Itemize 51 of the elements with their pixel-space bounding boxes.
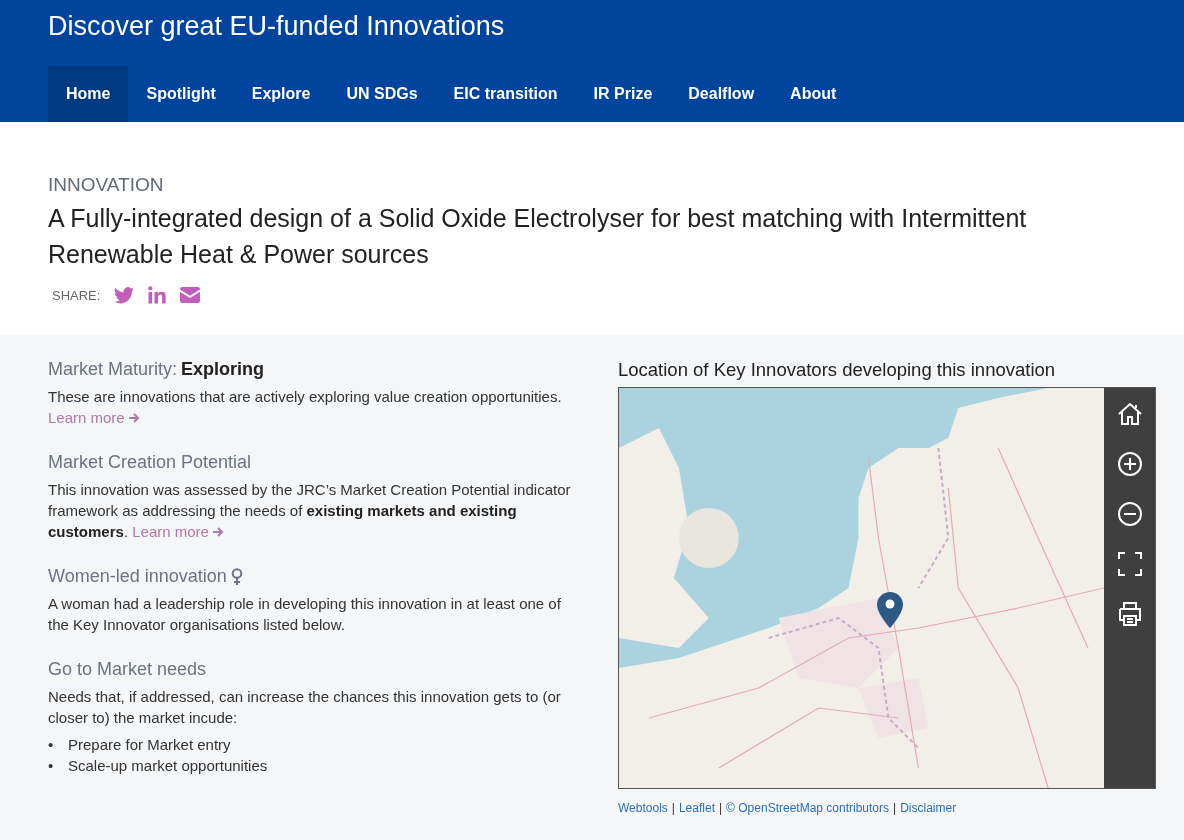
map-control-button[interactable] xyxy=(1115,450,1144,478)
twitter-icon xyxy=(114,286,135,304)
separator-text: | xyxy=(893,801,897,815)
section-heading: Market Maturity: xyxy=(48,359,178,380)
section-text: A woman had a leadership role in developing this innovation in at least one of the Key Innovator organisations listed below. xyxy=(48,594,562,635)
share-button[interactable] xyxy=(148,286,167,304)
section-text: These are innovations that are actively exploring value creation opportunities. Learn more xyxy=(48,387,563,428)
nav-tab[interactable]: Explore xyxy=(233,66,329,122)
nav-tab[interactable]: Spotlight xyxy=(128,66,234,122)
section-heading: Women-led innovation xyxy=(48,566,227,587)
bullet-marker: • xyxy=(48,735,55,755)
list-item: Prepare for Market entry xyxy=(68,735,231,755)
attribution-link[interactable]: © OpenStreetMap contributors xyxy=(726,801,889,815)
share-button[interactable] xyxy=(180,287,201,303)
nav-tab[interactable]: IR Prize xyxy=(575,66,671,122)
map-pin-icon[interactable] xyxy=(877,592,903,628)
print-icon xyxy=(1116,601,1143,627)
share-button[interactable] xyxy=(114,286,135,304)
list-item: Scale-up market opportunities xyxy=(68,756,268,776)
share-label: SHARE: xyxy=(52,287,101,303)
separator-text: | xyxy=(671,801,675,815)
attribution-link[interactable]: Webtools xyxy=(618,801,668,815)
female-icon xyxy=(230,567,243,586)
section-text: This innovation was assessed by the JRC’s Market Creation Potential indicator framework as addressing the needs of existing markets and existing customers. Learn more xyxy=(48,480,572,542)
zoom-out-icon xyxy=(1116,501,1143,527)
innovation-title: A Fully-integrated design of a Solid Oxide Electrolyser for best matching with Intermittent Renewable Heat & Power sources xyxy=(48,203,1028,270)
nav-tab[interactable]: Home xyxy=(48,66,129,122)
maturity-value: Exploring xyxy=(181,359,265,380)
map-control-button[interactable] xyxy=(1115,550,1144,578)
nav-tab[interactable]: EIC transition xyxy=(435,66,576,122)
linkedin-icon xyxy=(148,286,167,304)
site-title: Discover great EU-funded Innovations xyxy=(48,10,506,43)
nav-tab[interactable]: Dealflow xyxy=(670,66,773,122)
attribution-link[interactable]: Leaflet xyxy=(678,801,715,815)
attribution-link[interactable]: Disclaimer xyxy=(900,801,957,815)
section-heading: Market Creation Potential xyxy=(48,452,252,473)
separator-text: | xyxy=(718,801,723,815)
arrow-icon xyxy=(127,411,140,424)
map-control-button[interactable] xyxy=(1115,500,1144,528)
nav-tab[interactable]: UN SDGs xyxy=(328,66,436,122)
fullscreen-icon xyxy=(1116,551,1143,577)
eyebrow-label: INNOVATION xyxy=(48,174,165,196)
home-icon xyxy=(1116,401,1143,427)
section-heading: Go to Market needs xyxy=(48,659,207,680)
email-icon xyxy=(180,287,201,303)
map-title: Location of Key Innovators developing this innovation xyxy=(618,359,1057,381)
bullet-marker: • xyxy=(48,756,55,776)
arrow-icon xyxy=(211,525,224,538)
nav-tab[interactable]: About xyxy=(772,66,855,122)
section-text: Needs that, if addressed, can increase the chances this innovation gets to (or closer to) the market incude: xyxy=(48,687,562,728)
zoom-in-icon xyxy=(1116,451,1143,477)
